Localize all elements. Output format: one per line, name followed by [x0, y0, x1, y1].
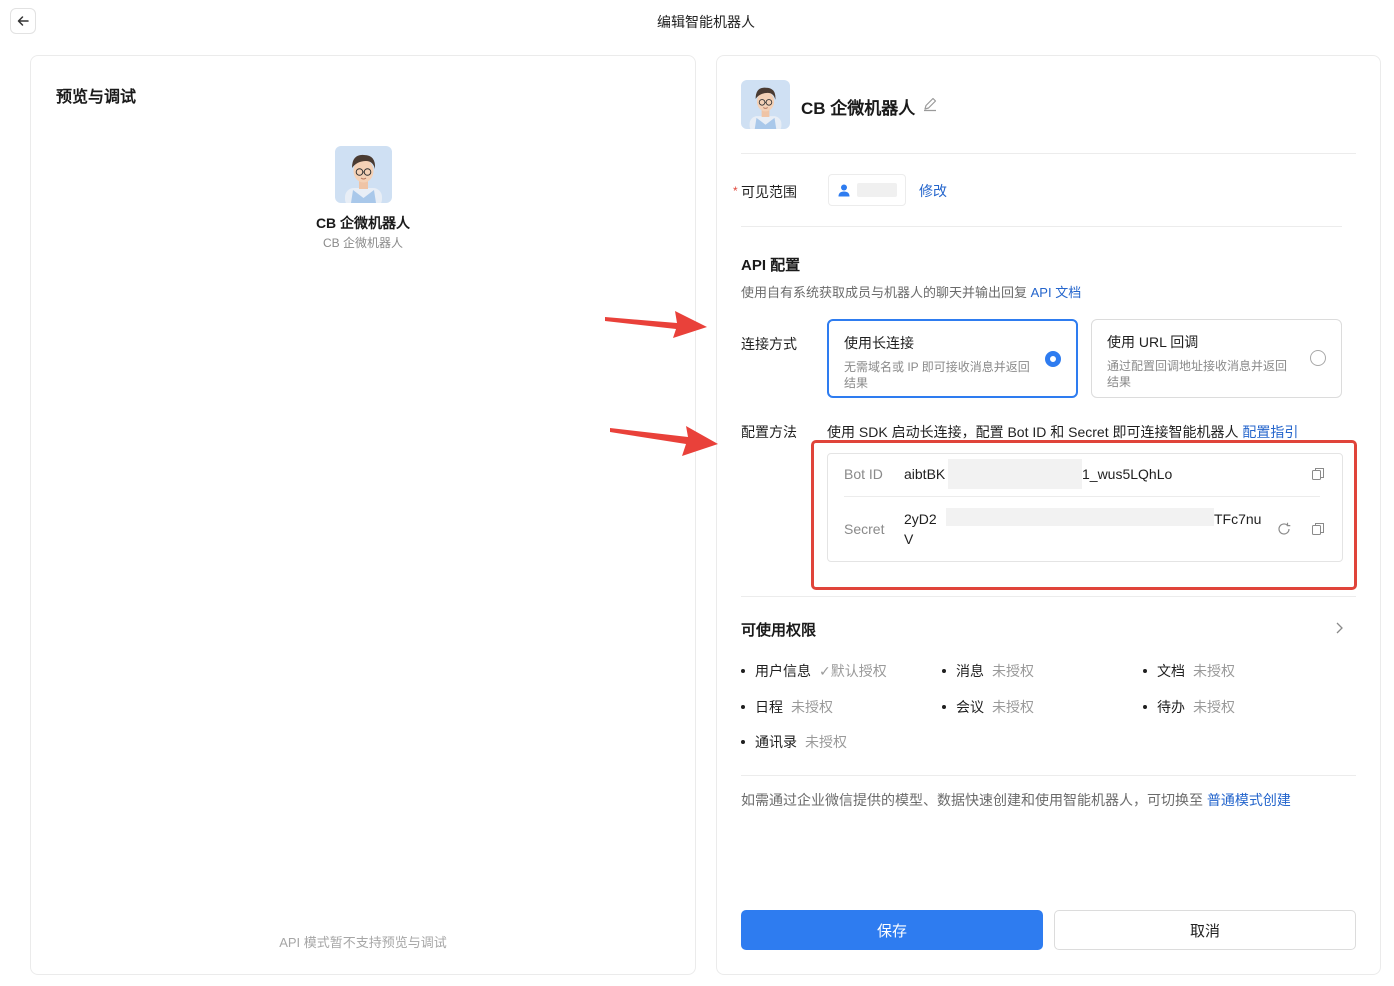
chevron-right-icon — [1336, 622, 1343, 634]
permission-item: 通讯录 未授权 — [741, 732, 847, 752]
bot-avatar — [335, 146, 392, 203]
annotation-arrow-icon — [605, 311, 707, 338]
option-long-connection[interactable]: 使用长连接 无需域名或 IP 即可接收消息并返回结果 — [827, 319, 1078, 398]
annotation-arrow-icon — [610, 426, 718, 456]
edit-name-button[interactable] — [922, 96, 938, 112]
user-icon — [838, 184, 850, 197]
radio-unselected[interactable] — [1310, 350, 1326, 366]
divider — [741, 775, 1356, 776]
permission-item: 文档 未授权 — [1143, 661, 1235, 681]
permission-item: 会议 未授权 — [942, 697, 1034, 717]
permission-item: 消息 未授权 — [942, 661, 1034, 681]
cancel-button[interactable]: 取消 — [1054, 910, 1356, 950]
api-config-title: API 配置 — [741, 257, 801, 274]
divider — [741, 596, 1356, 597]
option-description: 无需域名或 IP 即可接收消息并返回结果 — [844, 360, 1030, 390]
preview-bot-subtitle: CB 企微机器人 — [322, 236, 403, 250]
preview-unsupported-note: API 模式暂不支持预览与调试 — [279, 935, 447, 950]
permission-item: 待办 未授权 — [1143, 697, 1235, 717]
radio-selected[interactable] — [1045, 351, 1061, 367]
api-config-description: 使用自有系统获取成员与机器人的聊天并输出回复 API 文档 — [741, 285, 1082, 300]
annotation-highlight-box — [811, 440, 1357, 590]
visibility-label: 可见范围 — [741, 184, 797, 200]
option-title: 使用 URL 回调 — [1107, 334, 1199, 350]
preview-title: 预览与调试 — [56, 89, 137, 106]
api-doc-link[interactable]: API 文档 — [1031, 285, 1082, 300]
config-method-text: 使用 SDK 启动长连接，配置 Bot ID 和 Secret 即可连接智能机器… — [827, 424, 1299, 440]
normal-mode-link[interactable]: 普通模式创建 — [1207, 792, 1291, 808]
pencil-icon — [924, 97, 937, 112]
divider — [741, 153, 1356, 154]
scope-masked-value — [857, 183, 897, 197]
permissions-expand-button[interactable] — [1331, 620, 1347, 636]
visibility-edit-link[interactable]: 修改 — [919, 181, 947, 201]
save-button[interactable]: 保存 — [741, 910, 1043, 950]
option-description: 通过配置回调地址接收消息并返回结果 — [1107, 359, 1288, 389]
option-title: 使用长连接 — [844, 335, 914, 351]
config-guide-link[interactable]: 配置指引 — [1242, 424, 1298, 440]
bot-name: CB 企微机器人 — [801, 99, 916, 118]
preview-panel: 预览与调试 CB 企微机器人 CB 企微机器人 API 模式暂不支持预览与调试 — [30, 55, 696, 975]
preview-bot-name: CB 企微机器人 — [315, 215, 411, 231]
permission-item: 日程 未授权 — [741, 697, 833, 717]
permissions-title: 可使用权限 — [741, 622, 817, 639]
bot-avatar — [741, 80, 790, 129]
option-url-callback[interactable]: 使用 URL 回调 通过配置回调地址接收消息并返回结果 — [1091, 319, 1342, 398]
visibility-scope-chip[interactable] — [828, 174, 906, 206]
check-icon: ✓ — [819, 663, 831, 679]
config-method-label: 配置方法 — [741, 424, 797, 440]
required-mark: * — [733, 184, 738, 198]
divider — [741, 226, 1342, 227]
top-bar: 编辑智能机器人 — [0, 0, 1394, 42]
connection-method-label: 连接方式 — [741, 336, 797, 352]
permission-item: 用户信息 ✓默认授权 — [741, 661, 887, 681]
page-title: 编辑智能机器人 — [657, 14, 755, 30]
mode-switch-hint: 如需通过企业微信提供的模型、数据快速创建和使用智能机器人，可切换至 普通模式创建 — [741, 792, 1291, 808]
